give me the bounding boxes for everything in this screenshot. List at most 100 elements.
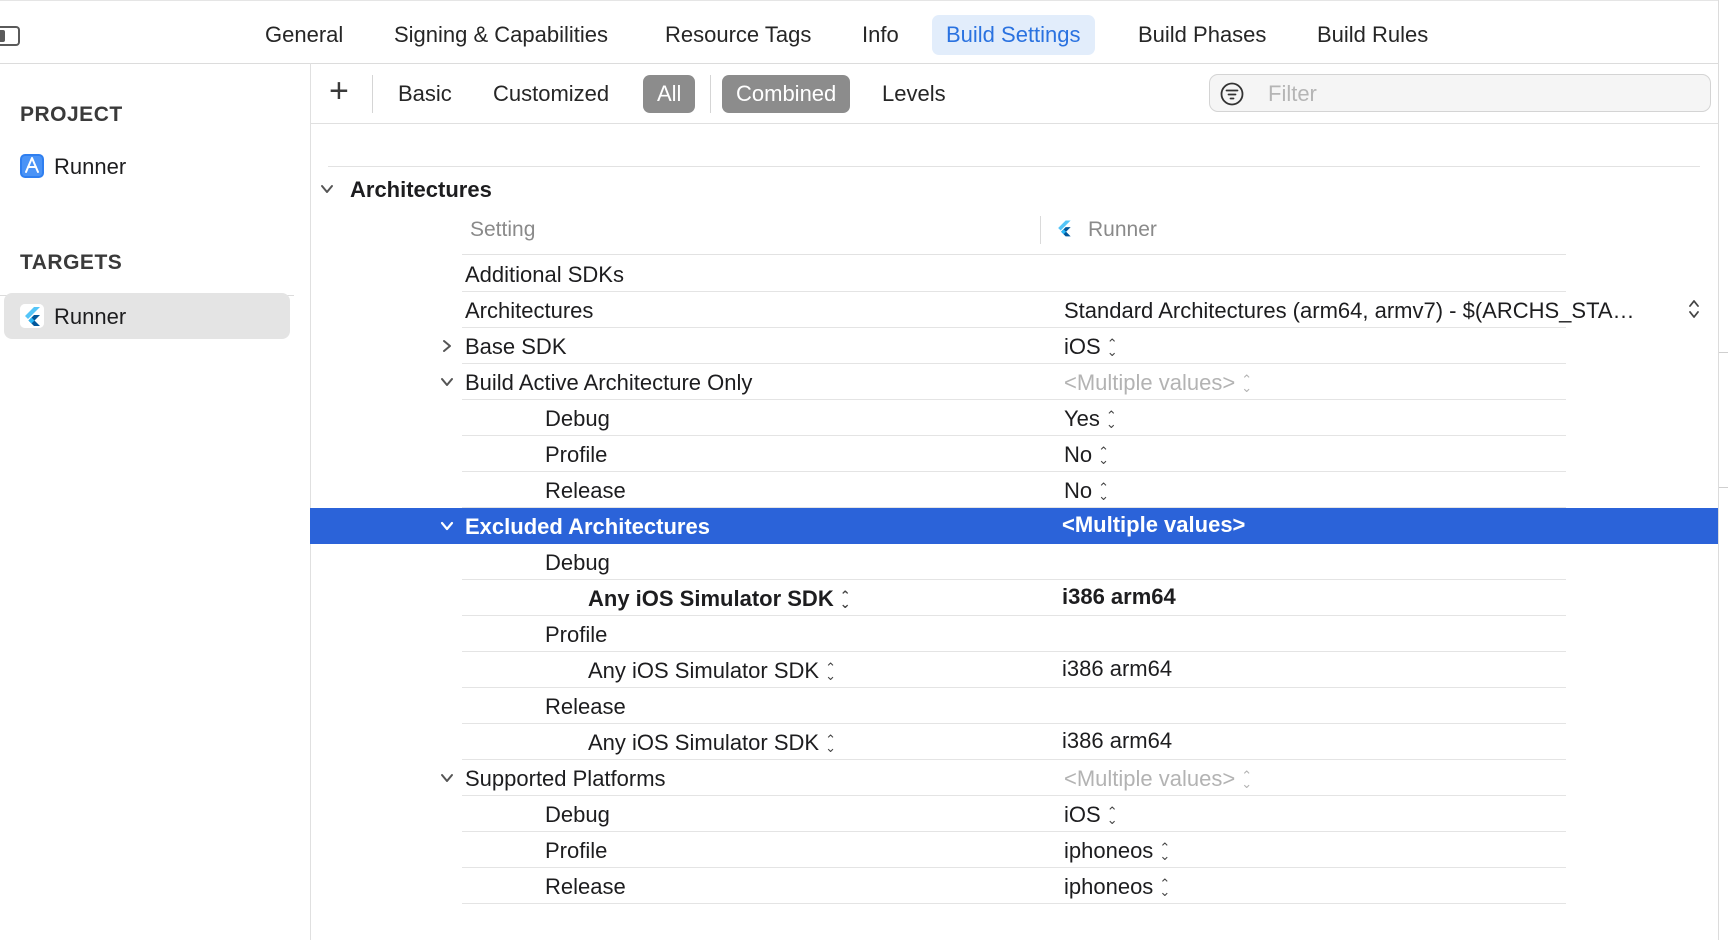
setting-value[interactable]: Yes ⌃ ⌄ bbox=[1064, 406, 1117, 432]
tab-build-rules[interactable]: Build Rules bbox=[1303, 15, 1442, 55]
setting-row-profile[interactable]: Profile iphoneos ⌃ ⌄ bbox=[310, 832, 1718, 868]
setting-row-excluded-architectures[interactable]: Excluded Architectures <Multiple values> bbox=[310, 508, 1718, 544]
filter-input[interactable] bbox=[1266, 78, 1690, 110]
setting-row-debug[interactable]: Debug iOS ⌃ ⌄ bbox=[310, 796, 1718, 832]
setting-value[interactable]: i386 arm64 bbox=[1062, 584, 1176, 610]
up-down-stepper-icon[interactable] bbox=[1688, 298, 1700, 325]
tab-resource-tags[interactable]: Resource Tags bbox=[651, 15, 825, 55]
setting-name[interactable]: Any iOS Simulator SDK ⌃ ⌄ bbox=[588, 586, 851, 612]
view-combined-button[interactable]: Combined bbox=[722, 75, 851, 113]
setting-value[interactable]: i386 arm64 bbox=[1062, 728, 1172, 754]
setting-row-profile[interactable]: Profile bbox=[310, 616, 1718, 652]
setting-name: Debug bbox=[545, 802, 610, 827]
setting-value[interactable]: Standard Architectures (arm64, armv7) - … bbox=[1064, 298, 1635, 324]
setting-row-release[interactable]: Release bbox=[310, 688, 1718, 724]
setting-name[interactable]: Any iOS Simulator SDK ⌃ ⌄ bbox=[588, 730, 836, 756]
toolbar-divider bbox=[710, 75, 711, 113]
setting-row-build-active-architecture-only[interactable]: Build Active Architecture Only <Multiple… bbox=[310, 364, 1718, 400]
setting-value[interactable]: iphoneos ⌃ ⌄ bbox=[1064, 838, 1170, 864]
setting-value-text: Standard Architectures (arm64, armv7) - … bbox=[1064, 298, 1635, 323]
setting-value[interactable]: iOS ⌃ ⌄ bbox=[1064, 802, 1118, 828]
view-levels-button[interactable]: Levels bbox=[868, 75, 960, 113]
sidebar-item-project-runner[interactable]: Runner bbox=[4, 143, 290, 189]
header-rule bbox=[462, 254, 1566, 255]
tab-info[interactable]: Info bbox=[848, 15, 913, 55]
project-heading: PROJECT bbox=[20, 103, 123, 126]
up-down-stepper-icon: ⌃ ⌄ bbox=[1241, 768, 1253, 792]
tab-general[interactable]: General bbox=[251, 15, 357, 55]
setting-name: Architectures bbox=[465, 298, 594, 323]
setting-row-any-ios-simulator-sdk[interactable]: Any iOS Simulator SDK ⌃ ⌄ i386 arm64 bbox=[310, 652, 1718, 688]
setting-value[interactable]: iphoneos ⌃ ⌄ bbox=[1064, 874, 1170, 900]
setting-row-profile[interactable]: Profile No ⌃ ⌄ bbox=[310, 436, 1718, 472]
up-down-stepper-icon: ⌃ ⌄ bbox=[1159, 876, 1171, 900]
setting-value[interactable]: <Multiple values> bbox=[1062, 512, 1245, 538]
tab-signing-capabilities[interactable]: Signing & Capabilities bbox=[380, 15, 622, 55]
column-header-setting[interactable]: Setting bbox=[470, 218, 535, 242]
setting-row-release[interactable]: Release No ⌃ ⌄ bbox=[310, 472, 1718, 508]
setting-name: Profile bbox=[545, 838, 608, 863]
add-build-setting-button[interactable]: + bbox=[329, 71, 349, 111]
edge-tick bbox=[1719, 487, 1728, 488]
setting-name[interactable]: Any iOS Simulator SDK ⌃ ⌄ bbox=[588, 658, 836, 684]
up-down-stepper-icon: ⌃ ⌄ bbox=[1241, 372, 1253, 396]
setting-value[interactable]: No ⌃ ⌄ bbox=[1064, 478, 1109, 504]
setting-name: Build Active Architecture Only bbox=[465, 370, 753, 395]
setting-row-base-sdk[interactable]: Base SDK iOS ⌃ ⌄ bbox=[310, 328, 1718, 364]
xcode-app-icon bbox=[20, 154, 44, 178]
setting-name: Base SDK bbox=[465, 334, 567, 359]
filter-all-button[interactable]: All bbox=[643, 75, 696, 113]
sidebar-toggle-icon[interactable] bbox=[0, 26, 20, 46]
disclosure-chevron-down-icon[interactable] bbox=[440, 375, 454, 394]
setting-row-architectures[interactable]: Architectures Standard Architectures (ar… bbox=[310, 292, 1718, 328]
setting-row-debug[interactable]: Debug Yes ⌃ ⌄ bbox=[310, 400, 1718, 436]
setting-value[interactable]: <Multiple values> ⌃ ⌄ bbox=[1064, 370, 1252, 396]
setting-value-text: Yes bbox=[1064, 406, 1100, 431]
setting-row-any-ios-simulator-sdk[interactable]: Any iOS Simulator SDK ⌃ ⌄ i386 arm64 bbox=[310, 580, 1718, 616]
setting-row-additional-sdks[interactable]: Additional SDKs bbox=[310, 256, 1718, 292]
setting-row-any-ios-simulator-sdk[interactable]: Any iOS Simulator SDK ⌃ ⌄ i386 arm64 bbox=[310, 724, 1718, 760]
group-disclosure-chevron-icon[interactable] bbox=[320, 182, 334, 201]
disclosure-chevron-down-icon[interactable] bbox=[440, 519, 454, 538]
setting-name: Release bbox=[545, 478, 626, 503]
up-down-stepper-icon: ⌃ ⌄ bbox=[839, 588, 851, 612]
inspector-edge bbox=[1718, 0, 1728, 940]
filter-basic-button[interactable]: Basic bbox=[384, 75, 466, 113]
up-down-stepper-icon: ⌃ ⌄ bbox=[1098, 444, 1110, 468]
setting-value-text: <Multiple values> bbox=[1064, 766, 1236, 791]
setting-row-debug[interactable]: Debug bbox=[310, 544, 1718, 580]
sidebar-item-target-runner[interactable]: Runner bbox=[4, 293, 290, 339]
setting-value-text: iOS bbox=[1064, 334, 1101, 359]
setting-name: Release bbox=[545, 694, 626, 719]
setting-value[interactable]: No ⌃ ⌄ bbox=[1064, 442, 1109, 468]
targets-heading: TARGETS bbox=[20, 251, 123, 274]
sidebar-item-label: Runner bbox=[54, 154, 127, 179]
column-header-target[interactable]: Runner bbox=[1088, 218, 1157, 242]
setting-row-supported-platforms[interactable]: Supported Platforms <Multiple values> ⌃ ⌄ bbox=[310, 760, 1718, 796]
flutter-icon bbox=[20, 304, 44, 328]
sidebar-item-label: Runner bbox=[54, 304, 127, 329]
setting-value[interactable]: iOS ⌃ ⌄ bbox=[1064, 334, 1118, 360]
disclosure-chevron-down-icon[interactable] bbox=[440, 771, 454, 790]
up-down-stepper-icon: ⌃ ⌄ bbox=[1159, 840, 1171, 864]
filter-customized-button[interactable]: Customized bbox=[479, 75, 623, 113]
setting-name: Supported Platforms bbox=[465, 766, 666, 791]
setting-value-text: iphoneos bbox=[1064, 838, 1154, 863]
setting-value[interactable]: i386 arm64 bbox=[1062, 656, 1172, 682]
setting-name: Release bbox=[545, 874, 626, 899]
up-down-stepper-icon: ⌃ ⌄ bbox=[1106, 336, 1118, 360]
setting-value-text: No bbox=[1064, 442, 1093, 467]
setting-row-release[interactable]: Release iphoneos ⌃ ⌄ bbox=[310, 868, 1718, 904]
toolbar-divider bbox=[372, 75, 373, 113]
disclosure-chevron-right-icon[interactable] bbox=[440, 339, 454, 358]
setting-name: Debug bbox=[545, 550, 610, 575]
setting-name: Profile bbox=[545, 442, 608, 467]
tab-build-settings[interactable]: Build Settings bbox=[932, 15, 1095, 55]
setting-value[interactable]: <Multiple values> ⌃ ⌄ bbox=[1064, 766, 1252, 792]
build-settings-filter-bar: + Basic Customized All Combined Levels bbox=[311, 63, 1718, 124]
filter-search-field[interactable] bbox=[1209, 74, 1711, 112]
tab-build-phases[interactable]: Build Phases bbox=[1124, 15, 1280, 55]
project-navigator: PROJECT Runner TARGETS Runner bbox=[0, 63, 311, 940]
setting-name-text: Any iOS Simulator SDK bbox=[588, 658, 820, 683]
column-divider bbox=[1040, 216, 1041, 244]
